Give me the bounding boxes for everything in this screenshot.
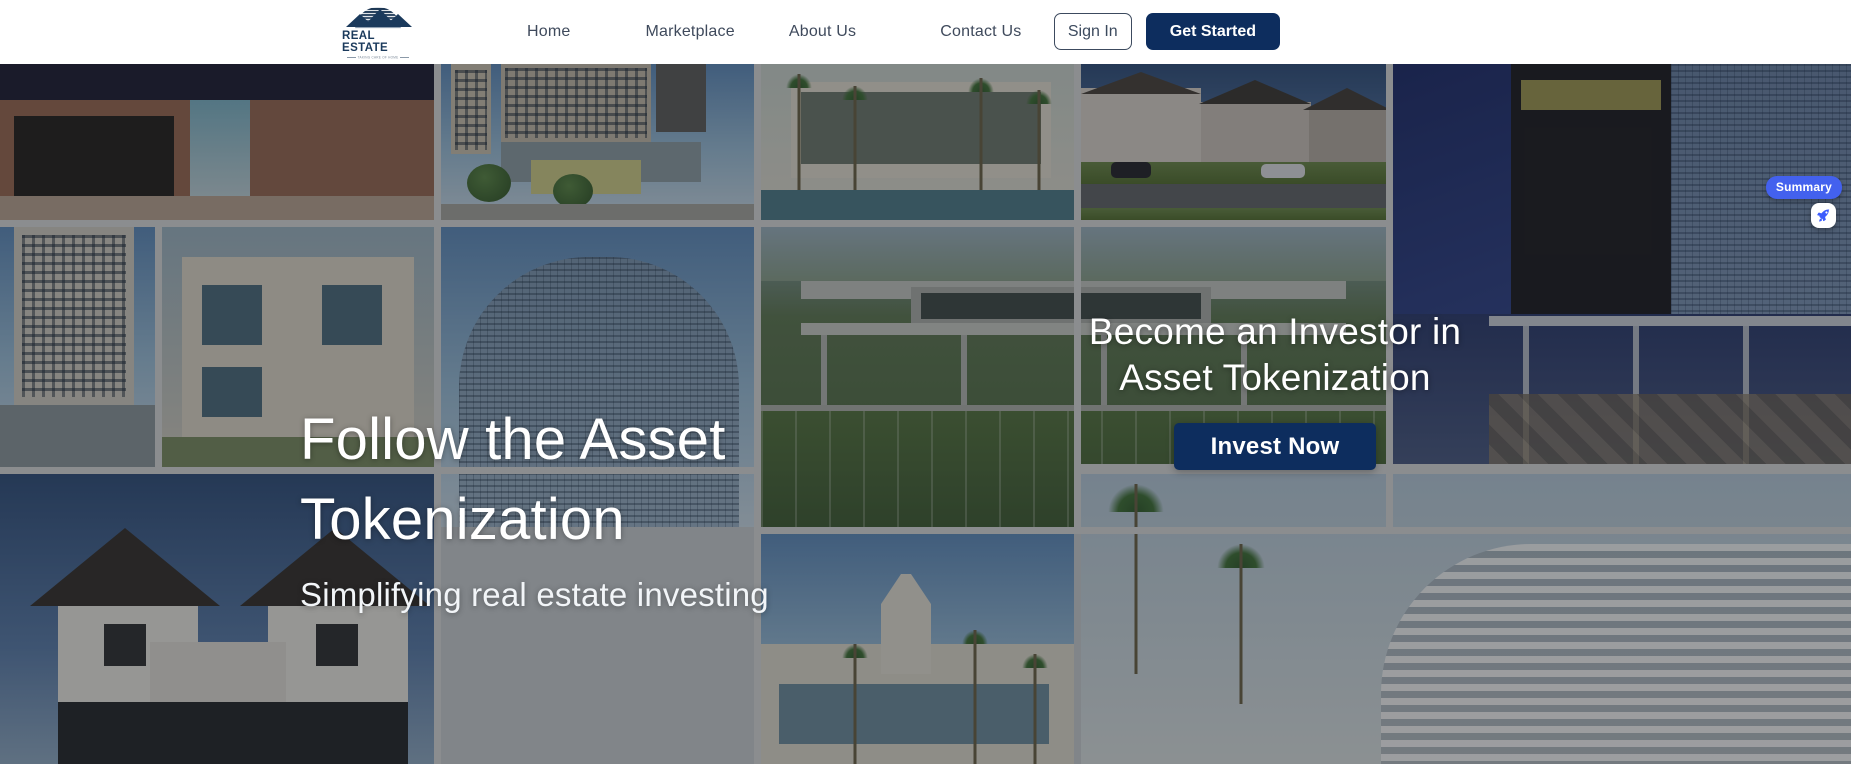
nav-item-about-us[interactable]: About Us [789,23,856,41]
summary-widget: Summary [1765,176,1842,228]
logo-wordmark: REAL ESTATE [342,29,389,54]
nav-item-home[interactable]: Home [527,23,570,41]
invest-now-button[interactable]: Invest Now [1174,423,1376,470]
get-started-button[interactable]: Get Started [1145,13,1280,50]
invest-title: Become an Investor in Asset Tokenization [880,309,1670,401]
main-navigation: Home Marketplace About Us Contact Us [527,0,1021,64]
logo-artwork [344,7,412,29]
rocket-icon[interactable] [1811,203,1836,228]
real-estate-logo[interactable]: REAL ESTATE TAKING CARE OF HOME [342,7,414,60]
logo-tagline: TAKING CARE OF HOME [347,55,410,60]
invest-title-line-2: Asset Tokenization [1119,357,1431,398]
header-actions: Sign In Get Started [1053,13,1280,50]
logo-rooflines [344,8,412,27]
nav-item-marketplace[interactable]: Marketplace [645,23,734,41]
site-header: REAL ESTATE TAKING CARE OF HOME Home Mar… [0,0,1851,64]
sign-in-button[interactable]: Sign In [1053,13,1132,50]
nav-item-contact-us[interactable]: Contact Us [940,23,1021,41]
invest-title-line-1: Become an Investor in [1088,311,1462,352]
hero-section: Follow the Asset Tokenization Simplifyin… [0,64,1851,764]
invest-cta-block: Become an Investor in Asset Tokenization… [880,309,1670,470]
summary-badge[interactable]: Summary [1765,176,1842,199]
